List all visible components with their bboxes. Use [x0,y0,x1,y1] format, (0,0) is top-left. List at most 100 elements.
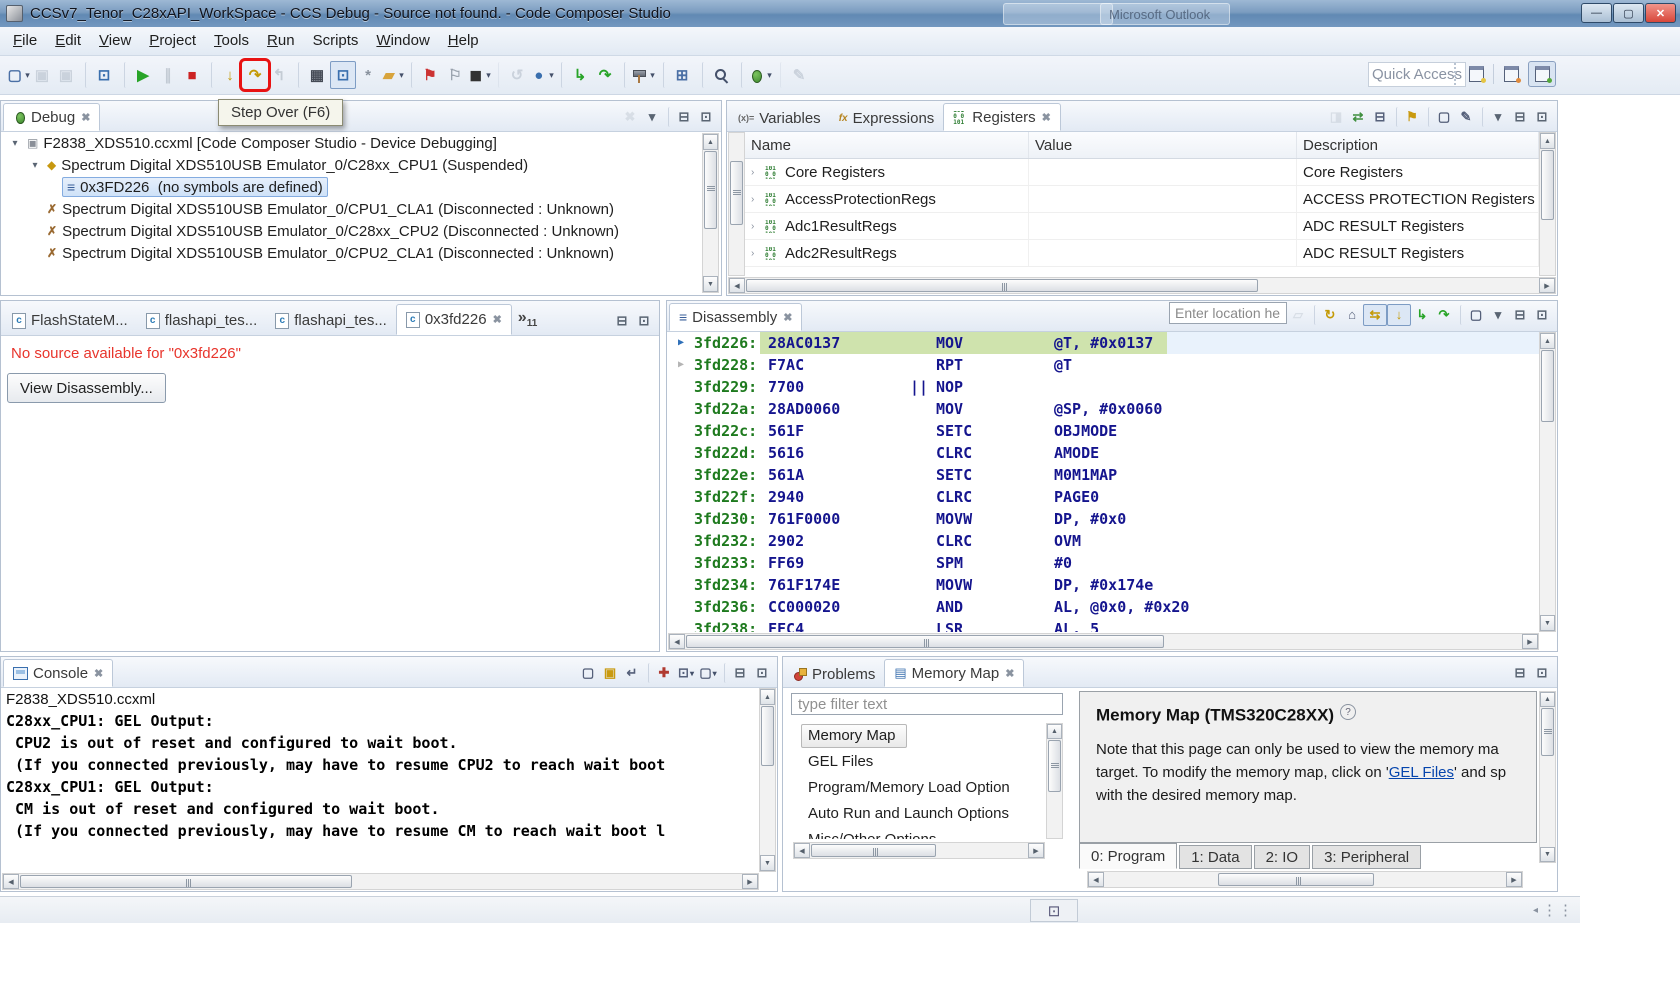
scroll-up-arrow[interactable]: ▲ [1540,333,1555,349]
scroll-left-arrow[interactable]: ◀ [669,634,685,649]
asm-step-into-button[interactable]: ↳ [1411,305,1433,325]
maximize-button[interactable]: ⊡ [1531,107,1553,127]
minimize-button[interactable]: ⊟ [668,107,695,127]
flashapi-tes-editor-tab[interactable]: flashapi_tes... ✖ [266,306,396,335]
window-menu[interactable]: Window [367,27,438,55]
terminate-button[interactable]: ■ [180,62,204,88]
filter-input[interactable] [791,693,1063,715]
clear-console-button[interactable]: ▢ [577,663,599,683]
console-vscrollbar[interactable]: ▲ ▼ [759,688,776,872]
minimize-button[interactable]: ⊟ [724,663,751,683]
scroll-right-arrow[interactable]: ▶ [1522,634,1538,649]
tab-debug[interactable]: Debug ✖ [3,103,100,131]
view-menu-button[interactable]: ▾ [641,107,663,127]
close-window-button[interactable]: ✕ [1645,3,1676,23]
quick-access-button[interactable]: Quick Access [1368,62,1466,87]
project-menu[interactable]: Project [140,27,205,55]
disassembly-row[interactable]: 3fd229: 7700 || NOP [668,376,1539,398]
tools-menu[interactable]: Tools [205,27,258,55]
scroll-up-arrow[interactable]: ▲ [703,134,718,150]
disassembly-row[interactable]: 3fd233: FF69 SPM #0 [668,552,1539,574]
help-menu[interactable]: Help [439,27,488,55]
debug-bug-button[interactable] [741,62,773,88]
breakpoint-disabled-button[interactable]: ⚐ [443,62,467,88]
connect-chip-button[interactable]: ◼ [467,62,491,88]
scroll-down-arrow[interactable]: ▼ [1540,847,1555,862]
pin-console-button[interactable]: ✚ [648,663,675,683]
minimize-button[interactable]: ⊟ [1509,305,1531,325]
new-view-button[interactable]: ▢ [1460,305,1487,325]
scroll-right-arrow[interactable]: ▶ [1028,843,1044,858]
registers-grid-button[interactable]: ▦ [298,62,330,88]
save-button[interactable]: ▣ [30,62,54,88]
row-expander-icon[interactable]: › [751,221,765,232]
scroll-left-arrow[interactable]: ◀ [3,874,19,889]
tab-memory-map[interactable]: Memory Map ✖ [884,659,1024,687]
view-menu-button[interactable]: ▾ [1482,107,1509,127]
minimize-button[interactable]: ⊟ [1509,663,1531,683]
auto-run-and-launch-options-list-item[interactable]: Auto Run and Launch Options [801,801,1045,827]
column-value[interactable]: Value [1029,132,1297,158]
debug-tree-item[interactable]: ▾ Spectrum Digital XDS510USB Emulator_0/… [2,154,699,176]
disassembly-row[interactable]: 3fd238: FFC4 LSR AL, 5 [668,618,1539,632]
registers-table-header[interactable]: Name Value Description [745,132,1539,159]
memory-map-vscrollbar[interactable]: ▲ ▼ [1539,691,1556,863]
run-menu[interactable]: Run [258,27,304,55]
gel-files-list-item[interactable]: GEL Files [801,749,1045,775]
minimize-button[interactable]: ⊟ [1509,107,1531,127]
disassembly-vscrollbar[interactable]: ▲ ▼ [1539,332,1556,632]
scroll-up-arrow[interactable]: ▲ [760,689,775,705]
registers-tab[interactable]: Registers ✖ [943,103,1061,131]
pin-editor-button[interactable]: ✎ [780,62,812,88]
open-perspective-button[interactable] [1463,62,1489,86]
close-icon[interactable]: ✖ [81,111,90,124]
help-icon[interactable]: ? [1340,704,1356,720]
link-with-source-button[interactable]: ⇆ [1363,304,1387,326]
debug-tree-item[interactable]: Spectrum Digital XDS510USB Emulator_0/C2… [2,220,699,242]
scripts-menu[interactable]: Scripts [304,27,368,55]
1-data-tab[interactable]: 1: Data [1179,845,1251,869]
tab-disassembly[interactable]: Disassembly ✖ [669,303,802,331]
options-hscrollbar[interactable]: ◀ ▶ [793,842,1045,859]
maximize-button[interactable]: ⊡ [1531,663,1553,683]
breakpoint-button[interactable]: ⚑ [411,62,443,88]
row-expander-icon[interactable]: › [751,248,765,259]
maximize-button[interactable]: ⊡ [695,107,717,127]
maximize-button[interactable]: ⊡ [751,663,773,683]
register-row[interactable]: › Adc1ResultRegs ADC RESULT Registers [745,213,1539,240]
view-disassembly-button[interactable]: View Disassembly... [7,373,166,403]
disassembly-row[interactable]: 3fd234: 761F174E MOVW DP, #0x174e [668,574,1539,596]
register-row[interactable]: › AccessProtectionRegs ACCESS PROTECTION… [745,186,1539,213]
disassembly-row[interactable]: 3fd22f: 2940 CLRC PAGE0 [668,486,1539,508]
0x3fd226-editor-tab[interactable]: 0x3fd226 ✖ [396,304,512,335]
step-into-button[interactable]: ↓ [211,62,243,88]
close-icon[interactable]: ✖ [1042,111,1051,124]
scroll-left-arrow[interactable]: ◀ [794,843,810,858]
search-button[interactable] [702,62,734,88]
asm-step-over-button[interactable]: ↷ [1433,305,1455,325]
view-menu[interactable]: View [90,27,140,55]
register-row[interactable]: › Core Registers Core Registers [745,159,1539,186]
minimize-button[interactable]: ⊟ [611,311,633,331]
scroll-right-arrow[interactable]: ▶ [1539,278,1555,293]
scroll-up-arrow[interactable]: ▲ [1540,692,1555,707]
column-description[interactable]: Description [1297,132,1539,158]
asm-step-over-button[interactable]: ↷ [593,62,617,88]
tree-expander-icon[interactable]: ▾ [28,160,42,171]
tree-expander-icon[interactable]: ▾ [8,138,22,149]
disassembly-row[interactable]: 3fd236: CC000020 AND AL, @0x0, #0x20 [668,596,1539,618]
debug-tree-item[interactable]: Spectrum Digital XDS510USB Emulator_0/CP… [2,242,699,264]
ccs-debug-perspective-button[interactable] [1528,61,1556,87]
asm-step-into-button[interactable]: ↳ [561,62,593,88]
reset-cpu-button[interactable]: ↺ [498,62,530,88]
scroll-down-arrow[interactable]: ▼ [703,276,718,292]
registers-hscrollbar[interactable]: ◀ ▶ [728,277,1556,294]
scroll-lock-button[interactable]: ▣ [599,663,621,683]
column-name[interactable]: Name [745,132,1029,158]
view-menu-button[interactable]: ▾ [1487,305,1509,325]
collapse-all-button[interactable]: ⊟ [1369,107,1391,127]
home-button[interactable]: ⌂ [1341,305,1363,325]
tab-problems[interactable]: Problems [785,661,884,687]
memory-view-button[interactable]: ⊡ [330,61,356,89]
row-expander-icon[interactable]: › [751,194,765,205]
